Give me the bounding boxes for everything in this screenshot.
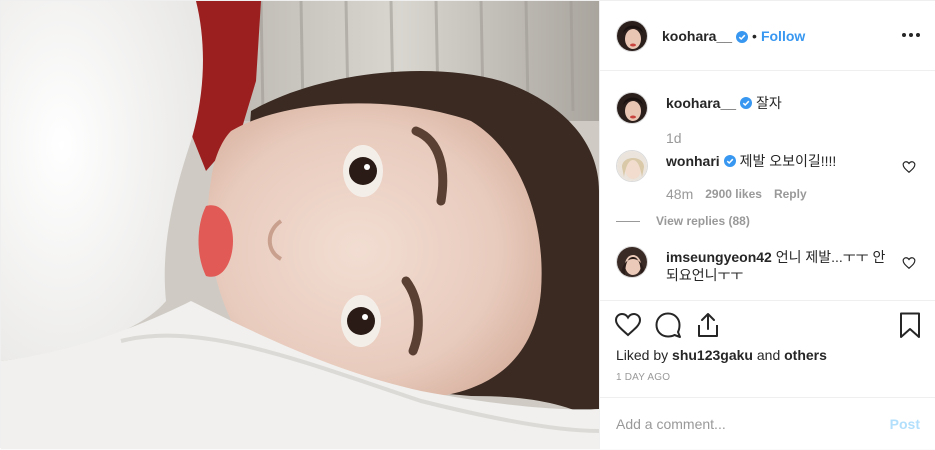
comment-body: imseungyeon42 언니 제발...ㅜㅜ 안되요언니ㅜㅜ xyxy=(666,246,886,284)
comment-row: wonhari 제발 오보이길!!!! 48m 2900 likes Reply… xyxy=(616,150,926,228)
post-side-panel: koohara__ • Follow koohara__ 잘자 1d wonha… xyxy=(599,1,935,449)
caption-avatar[interactable] xyxy=(616,92,648,124)
liked-by-user[interactable]: shu123gaku xyxy=(672,347,753,363)
post-actions-section: Liked by shu123gaku and others 1 DAY AGO… xyxy=(600,300,935,449)
liked-by-others[interactable]: others xyxy=(784,347,827,363)
author-avatar[interactable] xyxy=(616,19,648,52)
author-username[interactable]: koohara__ xyxy=(662,28,732,44)
comment-username[interactable]: imseungyeon42 xyxy=(666,249,772,265)
comment-username[interactable]: wonhari xyxy=(666,153,720,169)
post-header: koohara__ • Follow xyxy=(600,1,935,71)
liked-by-and: and xyxy=(756,347,781,363)
comment-text: 제발 오보이길!!!! xyxy=(739,153,837,169)
avatar-image xyxy=(617,151,647,181)
view-replies-label: View replies (88) xyxy=(656,214,750,228)
comment-like-heart-icon[interactable] xyxy=(902,256,916,270)
comment-age[interactable]: 48m xyxy=(666,186,693,202)
comment-input[interactable] xyxy=(616,416,876,432)
heart-icon[interactable] xyxy=(614,311,642,339)
instagram-post-dialog: koohara__ • Follow koohara__ 잘자 1d wonha… xyxy=(0,0,935,449)
comment-icon[interactable] xyxy=(654,311,682,339)
caption-username[interactable]: koohara__ xyxy=(666,95,736,111)
comments-list[interactable]: koohara__ 잘자 1d wonhari 제발 오보이길!!!! 48m … xyxy=(600,72,935,300)
avatar-image xyxy=(617,247,647,277)
caption-body: koohara__ 잘자 1d xyxy=(666,92,782,146)
caption-content: koohara__ 잘자 1d xyxy=(616,92,926,146)
header-separator: • xyxy=(752,27,757,44)
comment-row: imseungyeon42 언니 제발...ㅜㅜ 안되요언니ㅜㅜ xyxy=(616,246,926,284)
share-icon[interactable] xyxy=(694,311,722,339)
action-icons-row xyxy=(614,311,924,341)
comment-like-heart-icon[interactable] xyxy=(902,160,916,174)
comment-content: imseungyeon42 언니 제발...ㅜㅜ 안되요언니ㅜㅜ xyxy=(616,246,926,284)
header-info: koohara__ • Follow xyxy=(662,28,805,44)
post-comment-button[interactable]: Post xyxy=(890,416,920,432)
view-replies-button[interactable]: View replies (88) xyxy=(616,214,836,228)
comment-text-line: imseungyeon42 언니 제발...ㅜㅜ 안되요언니ㅜㅜ xyxy=(666,248,886,284)
liked-by-prefix: Liked by xyxy=(616,347,669,363)
add-comment-section: Post xyxy=(600,397,935,450)
comment-content: wonhari 제발 오보이길!!!! 48m 2900 likes Reply… xyxy=(616,150,926,228)
avatar-image xyxy=(617,93,647,123)
commenter-avatar[interactable] xyxy=(616,246,648,278)
verified-badge-icon xyxy=(736,30,749,43)
verified-badge-icon xyxy=(740,95,753,109)
post-date[interactable]: 1 DAY AGO xyxy=(616,372,670,383)
commenter-avatar[interactable] xyxy=(616,150,648,182)
caption-text-line: koohara__ 잘자 xyxy=(666,94,782,112)
post-photo[interactable] xyxy=(1,1,599,449)
caption-text: 잘자 xyxy=(755,95,782,111)
liked-by-line: Liked by shu123gaku and others xyxy=(616,347,827,363)
follow-button[interactable]: Follow xyxy=(761,28,805,44)
post-photo-illustration xyxy=(1,1,599,449)
verified-badge-icon xyxy=(723,153,736,167)
view-replies-line xyxy=(616,220,640,222)
comment-body: wonhari 제발 오보이길!!!! 48m 2900 likes Reply… xyxy=(616,150,836,228)
reply-button[interactable]: Reply xyxy=(774,187,807,201)
caption-meta: 1d xyxy=(666,130,782,146)
caption-age[interactable]: 1d xyxy=(666,130,682,146)
caption-row: koohara__ 잘자 1d xyxy=(616,92,926,146)
bookmark-icon[interactable] xyxy=(896,311,924,339)
more-options-icon[interactable] xyxy=(900,25,922,45)
comment-likes[interactable]: 2900 likes xyxy=(705,187,762,201)
avatar-image xyxy=(617,20,647,51)
comment-meta: 48m 2900 likes Reply xyxy=(666,186,836,202)
comment-text-line: wonhari 제발 오보이길!!!! xyxy=(666,152,836,170)
